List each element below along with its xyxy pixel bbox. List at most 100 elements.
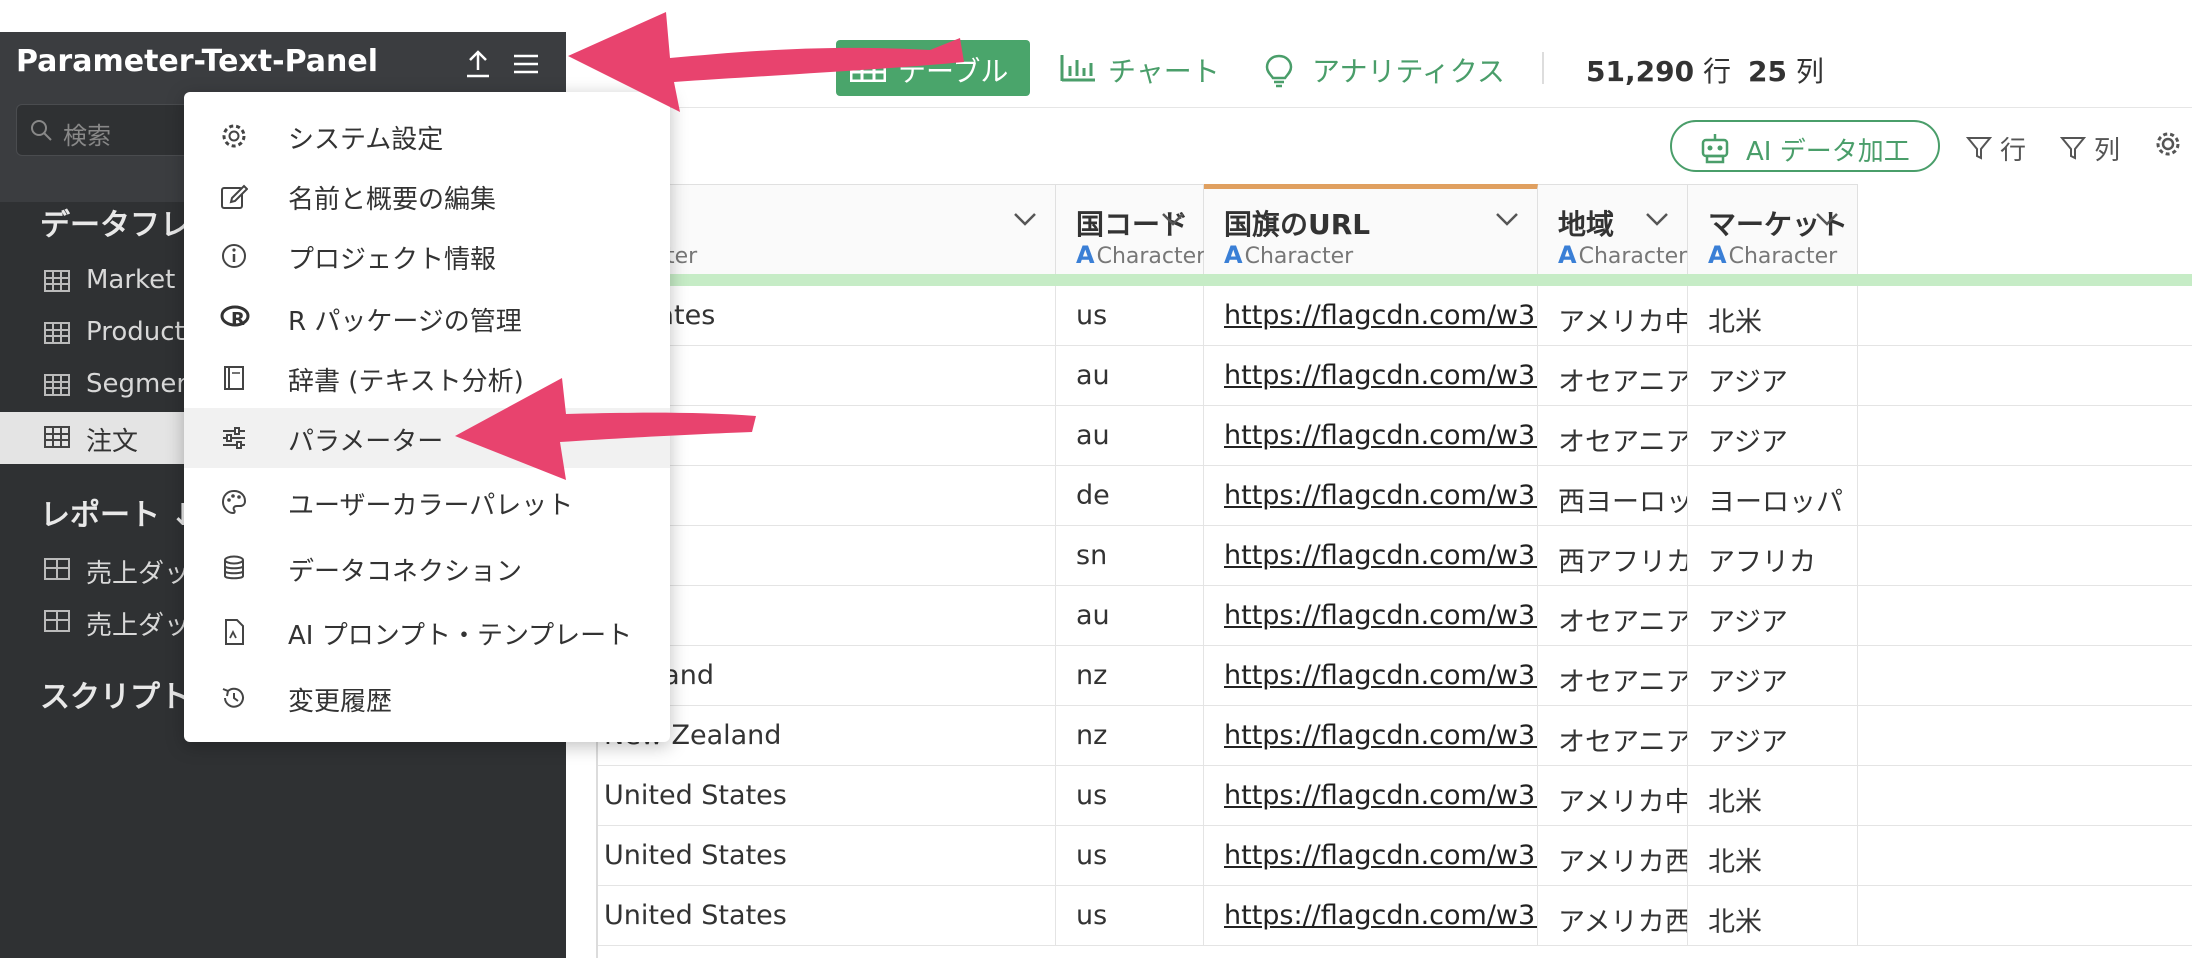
search-icon xyxy=(29,118,53,146)
menu-item-edit-name[interactable]: 名前と概要の編集 xyxy=(184,166,670,226)
cell-country: United States xyxy=(598,886,1056,946)
sidebar-item-label: 注文 xyxy=(86,427,139,457)
cell-region: 西アフリカ xyxy=(1538,526,1688,586)
chevron-down-icon[interactable] xyxy=(1161,211,1185,230)
table-row[interactable]: United Statesushttps://flagcdn.com/w320/… xyxy=(598,766,2192,826)
tab-analytics[interactable]: アナリティクス xyxy=(1250,40,1510,96)
menu-item-parameters[interactable]: パラメーター xyxy=(184,408,670,468)
menu-item-label: システム設定 xyxy=(288,125,444,155)
cell-flag-url[interactable]: https://flagcdn.com/w320/us.png xyxy=(1204,766,1538,826)
tab-chart[interactable]: チャート xyxy=(1046,40,1226,96)
column-type: ACharacter xyxy=(1076,241,1206,269)
cell-country-code: us xyxy=(1056,826,1204,886)
sidebar-item-label: Product xyxy=(86,317,185,347)
cell-market: 北米 xyxy=(1688,766,1858,826)
cell-country-code: au xyxy=(1056,346,1204,406)
cell-market: アジア xyxy=(1688,586,1858,646)
cell-flag-url[interactable]: https://flagcdn.com/w320/de.png xyxy=(1204,466,1538,526)
chevron-down-icon[interactable] xyxy=(1645,211,1669,230)
cell-country-code: us xyxy=(1056,886,1204,946)
cell-flag-url[interactable]: https://flagcdn.com/w320/us.png xyxy=(1204,886,1538,946)
cell-region: アメリカ中部 xyxy=(1538,286,1688,346)
sidebar-item-label: Market xyxy=(86,265,176,295)
column-header-market[interactable]: マーケット ACharacter xyxy=(1688,184,1858,274)
cell-flag-url[interactable]: https://flagcdn.com/w320/us.png xyxy=(1204,826,1538,886)
tab-analytics-label: アナリティクス xyxy=(1312,55,1505,88)
table-row[interactable]: aliaauhttps://flagcdn.com/w320/au.pngオセア… xyxy=(598,346,2192,406)
column-type: ACharacter xyxy=(1558,241,1688,269)
cell-region: オセアニア xyxy=(1538,406,1688,466)
cell-market: アジア xyxy=(1688,646,1858,706)
cell-flag-url[interactable]: https://flagcdn.com/w320/sn.png xyxy=(1204,526,1538,586)
table-row[interactable]: United Statesushttps://flagcdn.com/w320/… xyxy=(598,886,2192,946)
cell-flag-url[interactable]: https://flagcdn.com/w320/nz.png xyxy=(1204,646,1538,706)
chevron-down-icon[interactable] xyxy=(1815,211,1839,230)
menu-item-data-connections[interactable]: データコネクション xyxy=(184,538,670,598)
filter-rows-label: 行 xyxy=(2000,136,2027,166)
cell-market: 北米 xyxy=(1688,286,1858,346)
filter-columns-button[interactable]: 列 xyxy=(2059,130,2120,168)
cell-flag-url[interactable]: https://flagcdn.com/w320/au.png xyxy=(1204,586,1538,646)
sidebar-header: Parameter-Text-Panel xyxy=(0,32,566,96)
column-count-unit: 列 xyxy=(1795,55,1824,88)
menu-item-ai-prompt-templates[interactable]: AI プロンプト・テンプレート xyxy=(184,602,670,662)
section-dataframes: データフレ xyxy=(40,208,190,243)
hamburger-menu-icon[interactable] xyxy=(510,48,542,80)
edit-icon xyxy=(220,182,249,214)
menu-item-label: 名前と概要の編集 xyxy=(288,185,497,215)
svg-text:R: R xyxy=(231,309,245,330)
column-type: ACharacter xyxy=(1224,241,1354,269)
cell-flag-url[interactable]: https://flagcdn.com/w320/us.png xyxy=(1204,286,1538,346)
menu-item-label: 辞書 (テキスト分析) xyxy=(288,367,524,397)
table-row[interactable]: d Statesushttps://flagcdn.com/w320/us.pn… xyxy=(598,286,2192,346)
table-row[interactable]: anydehttps://flagcdn.com/w320/de.png西ヨーロ… xyxy=(598,466,2192,526)
table-row[interactable]: aliaauhttps://flagcdn.com/w320/au.pngオセア… xyxy=(598,586,2192,646)
table-row[interactable]: Zealandnzhttps://flagcdn.com/w320/nz.png… xyxy=(598,646,2192,706)
column-name: 国旗のURL xyxy=(1224,208,1371,241)
lightbulb-icon xyxy=(1264,54,1294,95)
cell-region: オセアニア xyxy=(1538,346,1688,406)
chevron-down-icon[interactable] xyxy=(1013,211,1037,230)
menu-item-color-palette[interactable]: ユーザーカラーパレット xyxy=(184,472,670,532)
cell-country-code: sn xyxy=(1056,526,1204,586)
project-title: Parameter-Text-Panel xyxy=(16,44,378,79)
menu-item-label: AI プロンプト・テンプレート xyxy=(288,621,633,651)
cell-market: アジア xyxy=(1688,706,1858,766)
menu-item-r-packages[interactable]: R R パッケージの管理 xyxy=(184,288,670,348)
filter-rows-button[interactable]: 行 xyxy=(1965,130,2027,168)
cell-region: オセアニア xyxy=(1538,706,1688,766)
menu-item-history[interactable]: 変更履歴 xyxy=(184,668,670,728)
table-row[interactable]: aliaauhttps://flagcdn.com/w320/au.pngオセア… xyxy=(598,406,2192,466)
table-row[interactable]: galsnhttps://flagcdn.com/w320/sn.png西アフリ… xyxy=(598,526,2192,586)
menu-item-label: データコネクション xyxy=(288,557,523,587)
table-row[interactable]: United Statesushttps://flagcdn.com/w320/… xyxy=(598,826,2192,886)
menu-item-project-info[interactable]: プロジェクト情報 xyxy=(184,226,670,286)
tab-table[interactable]: テーブル xyxy=(836,40,1030,96)
cell-flag-url[interactable]: https://flagcdn.com/w320/au.png xyxy=(1204,346,1538,406)
menu-item-dictionary[interactable]: 辞書 (テキスト分析) xyxy=(184,348,670,408)
column-name: 地域 xyxy=(1558,208,1615,241)
upload-icon[interactable] xyxy=(462,48,494,80)
table-row[interactable]: New Zealandnzhttps://flagcdn.com/w320/nz… xyxy=(598,706,2192,766)
settings-button[interactable] xyxy=(2154,130,2190,165)
section-reports: レポート ↓ xyxy=(40,498,196,533)
top-bar: テーブル チャート アナリティクス 51,290 行 25 列 xyxy=(566,0,2192,108)
dashboard-icon xyxy=(44,610,70,636)
column-header-flag-url[interactable]: 国旗のURL ACharacter xyxy=(1204,184,1538,274)
menu-item-system-settings[interactable]: システム設定 xyxy=(184,106,670,166)
table-toolbar: AI データ加工 行 列 xyxy=(566,108,2192,184)
project-menu-dropdown: システム設定 名前と概要の編集 プロジェクト情報 R R パッケージの管理 辞書… xyxy=(184,92,670,742)
column-header-country-code[interactable]: 国コード ACharacter xyxy=(1056,184,1206,274)
ai-data-wrangling-button[interactable]: AI データ加工 xyxy=(1670,120,1940,172)
cell-flag-url[interactable]: https://flagcdn.com/w320/au.png xyxy=(1204,406,1538,466)
chevron-down-icon[interactable] xyxy=(1495,211,1519,230)
table-icon xyxy=(44,322,70,348)
cell-country-code: nz xyxy=(1056,646,1204,706)
column-header-region[interactable]: 地域 ACharacter xyxy=(1538,184,1688,274)
cell-market: アフリカ xyxy=(1688,526,1858,586)
table-icon xyxy=(849,53,887,89)
cell-region: 西ヨーロッパ xyxy=(1538,466,1688,526)
tab-chart-label: チャート xyxy=(1108,55,1220,88)
row-count: 51,290 行 xyxy=(1586,50,1731,90)
cell-flag-url[interactable]: https://flagcdn.com/w320/nz.png xyxy=(1204,706,1538,766)
